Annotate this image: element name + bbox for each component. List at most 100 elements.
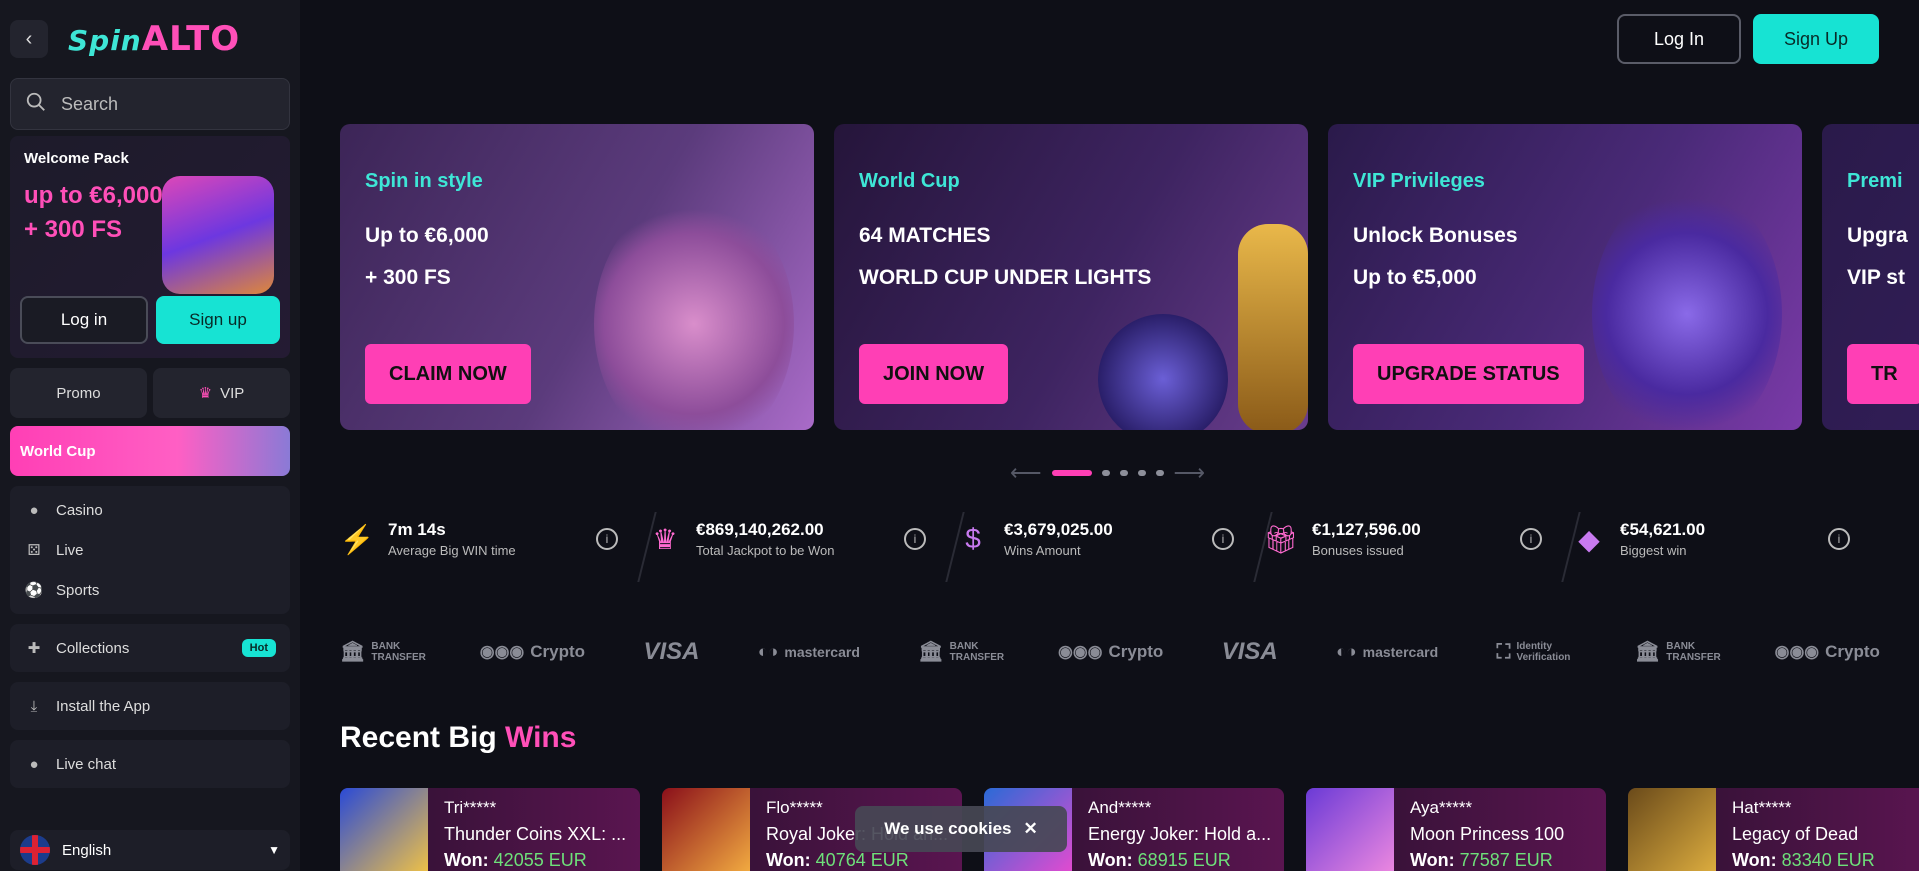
sidebar-item-live-chat[interactable]: ● Live chat [10,744,290,784]
gift-icon: 🎁︎ [1263,523,1299,555]
carousel-dot[interactable] [1051,470,1092,476]
promo-button[interactable]: Promo [10,368,147,418]
carousel-dot[interactable] [1101,470,1110,476]
welcome-pack-card: Welcome Pack up to €6,000 + 300 FS Log in… [10,136,290,358]
world-cup-button[interactable]: World Cup [10,426,290,476]
sidebar-item-label: Install the App [56,697,151,715]
stat-value: 7m 14s [388,520,446,539]
stat-value: €3,679,025.00 [1004,520,1113,539]
sidebar-item-sports[interactable]: ⚽ Sports [10,570,290,610]
info-icon[interactable]: i [596,528,618,550]
promo-label: Promo [56,384,101,402]
payment-label: Crypto [1825,642,1880,661]
sidebar-top: ‹ SpinALTO [10,0,290,78]
welcome-buttons: Log in Sign up [20,296,280,344]
info-icon[interactable]: i [1828,528,1850,550]
carousel-dot[interactable] [1119,470,1128,476]
logo-prefix: Spin [68,24,142,57]
win-user: Tri***** [444,798,497,817]
payment-methods: 🏛︎ BANK TRANSFER ◉◉◉ Crypto VISA ◐◑ masterc… [340,638,1880,666]
bank-transfer-logo: 🏛︎ BANK TRANSFER [1635,641,1721,663]
game-thumbnail [1628,788,1716,871]
crown-icon: ♛ [652,523,678,555]
win-user: Flo***** [766,798,823,817]
promo-carousel: Spin in style Up to €6,000 + 300 FS CLAIM… [340,124,1919,430]
search-input[interactable]: Search [10,78,290,130]
banner-2[interactable]: World Cup 64 MATCHES WORLD CUP UNDER LIGH… [834,124,1308,430]
statue-art [1592,184,1782,430]
banner-4[interactable]: Premi Upgra VIP st TR [1822,124,1919,430]
win-amount: Won: 42055 EUR [444,850,587,871]
payment-label: Crypto [530,642,586,661]
welcome-login-button[interactable]: Log in [20,296,148,344]
payment-label: BANK TRANSFER [371,641,426,663]
won-value: 40764 EUR [815,850,909,870]
won-value: 83340 EUR [1781,850,1875,870]
logo-main: ALTO [141,19,241,59]
stat-value: €1,127,596.00 [1312,520,1421,539]
chevron-down-icon: ▼ [268,843,280,857]
banner-1[interactable]: Spin in style Up to €6,000 + 300 FS CLAIM… [340,124,814,430]
language-label: English [62,841,112,859]
scan-icon: ⛶ [1496,640,1511,663]
sidebar-item-label: Live [56,541,84,559]
info-icon[interactable]: i [904,528,926,550]
chat-group: ● Live chat [10,740,290,788]
upgrade-status-button[interactable]: UPGRADE STATUS [1353,344,1584,404]
won-label: Won: [766,850,811,870]
trophy-art [1238,224,1308,430]
install-group: ⤓ Install the App [10,682,290,730]
vip-label: VIP [220,384,245,402]
banner-4-button[interactable]: TR [1847,344,1919,404]
coins-icon: ◉◉◉ [1058,642,1103,661]
crypto-logo: ◉◉◉ Crypto [1775,642,1880,662]
signup-button[interactable]: Sign Up [1753,14,1879,64]
banner-kicker: Premi [1847,170,1903,192]
banner-kicker: Spin in style [365,170,483,192]
promo-vip-row: Promo ♛ VIP [10,368,290,418]
won-label: Won: [1732,850,1777,870]
language-select[interactable]: English ▼ [10,830,290,870]
claim-now-button[interactable]: CLAIM NOW [365,344,531,404]
payment-label: BANK TRANSFER [949,641,1005,663]
visa-logo: VISA [1221,638,1278,665]
back-button[interactable]: ‹ [10,20,48,58]
welcome-signup-button[interactable]: Sign up [156,296,280,344]
sidebar-item-live[interactable]: ⚄ Live [10,530,290,570]
win-card[interactable]: Tri***** Thunder Coins XXL: ... Won: 420… [340,788,640,871]
login-button[interactable]: Log In [1617,14,1741,64]
win-amount: Won: 77587 EUR [1410,850,1553,871]
lightning-icon: ⚡ [339,523,375,555]
win-user: Aya***** [1410,798,1473,817]
win-game: Legacy of Dead [1732,824,1859,844]
vip-button[interactable]: ♛ VIP [153,368,290,418]
win-card[interactable]: Aya***** Moon Princess 100 Won: 77587 EU… [1306,788,1606,871]
puzzle-icon: ✚ [27,640,41,657]
sidebar-item-install[interactable]: ⤓ Install the App [10,686,290,726]
banner-line2: VIP st [1847,266,1905,289]
won-value: 77587 EUR [1459,850,1553,870]
info-icon[interactable]: i [1520,528,1542,550]
sidebar-item-label: Casino [56,501,103,519]
join-now-button[interactable]: JOIN NOW [859,344,1009,404]
header-actions: Log In Sign Up [1617,14,1879,64]
stat-item: ⚡ 7m 14s Average Big WIN time i [339,512,657,582]
sidebar-item-collections[interactable]: ✚ Collections Hot [10,628,290,668]
download-icon: ⤓ [30,697,38,715]
stat-item: 🎁︎ €1,127,596.00 Bonuses issued i [1263,512,1581,582]
win-card[interactable]: Hat***** Legacy of Dead Won: 83340 EUR [1628,788,1919,871]
info-icon[interactable]: i [1212,528,1234,550]
arrow-right-icon[interactable]: ⟶ [1174,460,1206,486]
ball-icon: ⚽ [24,582,44,599]
arrow-left-icon[interactable]: ⟵ [1010,460,1042,486]
page-root: { "sidebar": { "logo_prefix": "Spin", "l… [0,0,1919,871]
logo[interactable]: SpinALTO [68,19,240,59]
banner-3[interactable]: VIP Privileges Unlock Bonuses Up to €5,00… [1328,124,1802,430]
sidebar-item-label: Live chat [56,755,117,773]
stat-value: €54,621.00 [1620,520,1706,539]
sidebar-item-casino[interactable]: ● Casino [10,490,290,530]
carousel-dot[interactable] [1137,470,1146,476]
visa-logo: VISA [643,638,700,665]
close-icon[interactable]: ✕ [1024,819,1038,839]
carousel-dot[interactable] [1155,470,1164,476]
